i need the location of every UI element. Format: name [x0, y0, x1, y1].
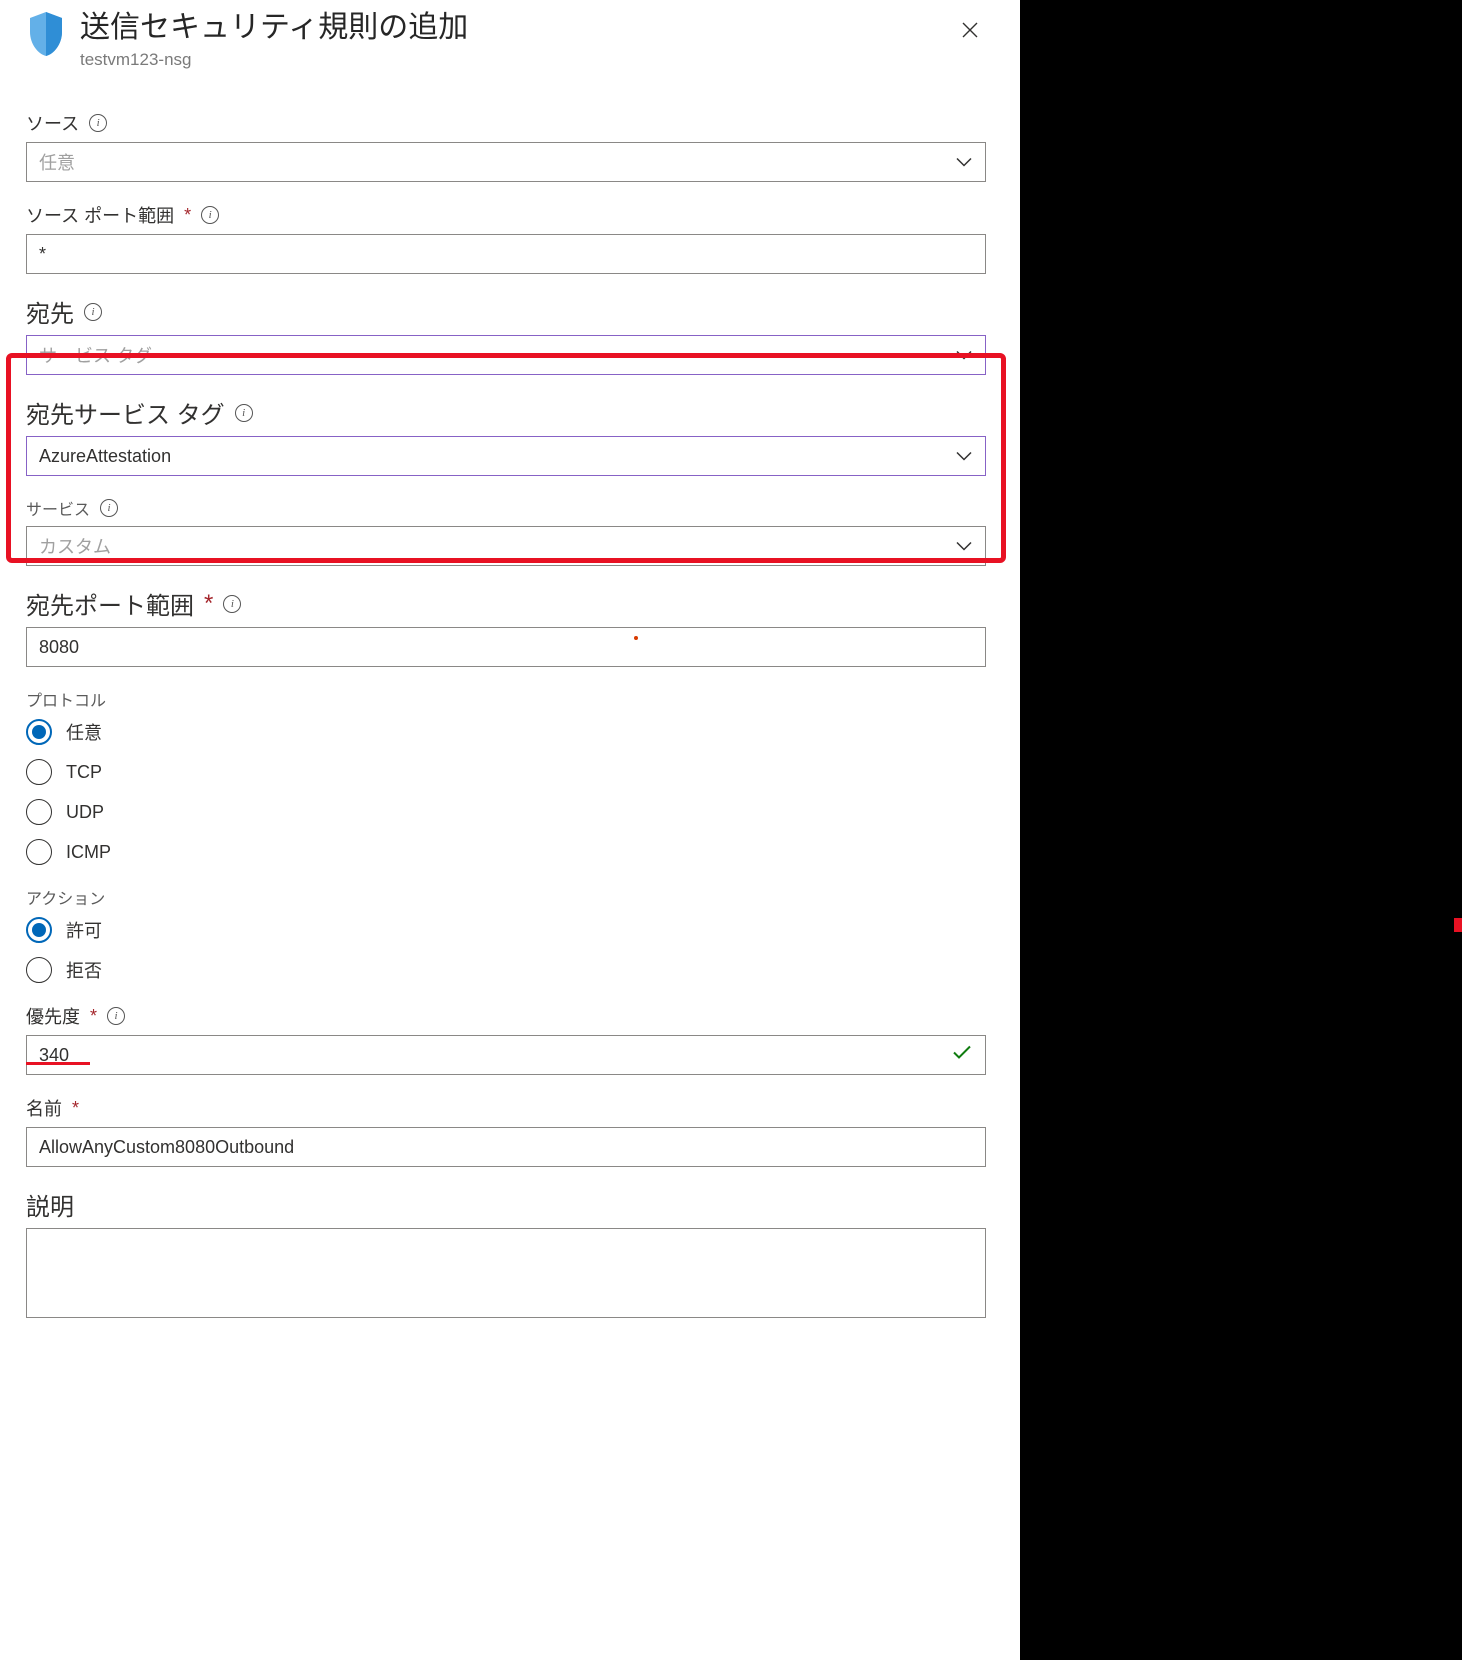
radio-indicator: [26, 719, 52, 745]
checkmark-icon: [951, 1044, 973, 1067]
shield-icon: [26, 10, 66, 58]
label-description: 説明: [26, 1187, 994, 1222]
label-source-port-range: ソース ポート範囲 * i: [26, 202, 994, 228]
select-value: カスタム: [39, 533, 111, 559]
field-source: ソース i 任意: [26, 110, 994, 182]
select-value: サービス タグ: [39, 342, 152, 368]
chevron-down-icon: [955, 345, 973, 366]
label-text: ソース: [26, 110, 79, 136]
radio-indicator: [26, 799, 52, 825]
field-name: 名前 *: [26, 1095, 994, 1167]
add-outbound-rule-panel: 送信セキュリティ規則の追加 testvm123-nsg ソース i 任意 ソース…: [0, 0, 1020, 1660]
label-protocol: プロトコル: [26, 687, 994, 711]
required-indicator: *: [72, 1098, 79, 1119]
chevron-down-icon: [955, 446, 973, 467]
label-dest-port-range: 宛先ポート範囲 * i: [26, 586, 994, 621]
chevron-down-icon: [955, 152, 973, 173]
label-action: アクション: [26, 885, 994, 909]
radio-label: 拒否: [66, 957, 102, 983]
radio-indicator: [26, 957, 52, 983]
radio-indicator: [26, 839, 52, 865]
panel-subtitle: testvm123-nsg: [80, 50, 468, 70]
label-text: ソース ポート範囲: [26, 202, 174, 228]
select-source[interactable]: 任意: [26, 142, 986, 182]
textarea-description[interactable]: [26, 1228, 986, 1318]
select-dest-service-tag[interactable]: AzureAttestation: [26, 436, 986, 476]
label-dest-service-tag: 宛先サービス タグ i: [26, 395, 994, 430]
radio-label: UDP: [66, 802, 104, 823]
annotation-red-dot: [634, 636, 638, 640]
input-field[interactable]: [39, 235, 949, 273]
panel-title: 送信セキュリティ規則の追加: [80, 10, 468, 46]
close-icon: [960, 20, 980, 40]
input-dest-port-range[interactable]: [26, 627, 986, 667]
input-field[interactable]: [39, 628, 949, 666]
radio-action-deny[interactable]: 拒否: [26, 957, 994, 983]
required-indicator: *: [184, 205, 191, 226]
label-destination: 宛先 i: [26, 294, 994, 329]
field-source-port-range: ソース ポート範囲 * i: [26, 202, 994, 274]
radio-group-protocol: 任意 TCP UDP ICMP: [26, 719, 994, 865]
label-text: 名前: [26, 1095, 62, 1121]
info-icon[interactable]: i: [223, 595, 241, 613]
info-icon[interactable]: i: [201, 206, 219, 224]
required-indicator: *: [90, 1006, 97, 1027]
input-name[interactable]: [26, 1127, 986, 1167]
info-icon[interactable]: i: [84, 303, 102, 321]
label-text: 優先度: [26, 1003, 80, 1029]
radio-protocol-icmp[interactable]: ICMP: [26, 839, 994, 865]
select-value: 任意: [39, 149, 75, 175]
select-destination[interactable]: サービス タグ: [26, 335, 986, 375]
chevron-down-icon: [955, 536, 973, 557]
label-text: 宛先ポート範囲: [26, 586, 194, 621]
field-protocol: プロトコル 任意 TCP UDP ICMP: [26, 687, 994, 865]
select-service[interactable]: カスタム: [26, 526, 986, 566]
info-icon[interactable]: i: [107, 1007, 125, 1025]
radio-label: TCP: [66, 762, 102, 783]
label-text: サービス: [26, 496, 90, 520]
label-text: 宛先: [26, 294, 74, 329]
select-value: AzureAttestation: [39, 446, 171, 467]
label-priority: 優先度 * i: [26, 1003, 994, 1029]
textarea-field[interactable]: [39, 1237, 973, 1309]
radio-protocol-any[interactable]: 任意: [26, 719, 994, 745]
radio-label: 任意: [66, 719, 102, 745]
label-name: 名前 *: [26, 1095, 994, 1121]
radio-protocol-udp[interactable]: UDP: [26, 799, 994, 825]
field-dest-port-range: 宛先ポート範囲 * i: [26, 586, 994, 667]
info-icon[interactable]: i: [100, 499, 118, 517]
field-action: アクション 許可 拒否: [26, 885, 994, 983]
label-source: ソース i: [26, 110, 994, 136]
input-field[interactable]: [39, 1128, 949, 1166]
label-service: サービス i: [26, 496, 994, 520]
info-icon[interactable]: i: [89, 114, 107, 132]
field-destination: 宛先 i サービス タグ: [26, 294, 994, 375]
field-service: サービス i カスタム: [26, 496, 994, 566]
input-priority[interactable]: [26, 1035, 986, 1075]
radio-group-action: 許可 拒否: [26, 917, 994, 983]
radio-label: ICMP: [66, 842, 111, 863]
panel-header: 送信セキュリティ規則の追加 testvm123-nsg: [26, 10, 994, 70]
required-indicator: *: [204, 590, 213, 618]
info-icon[interactable]: i: [235, 404, 253, 422]
radio-label: 許可: [66, 917, 102, 943]
annotation-side-mark: [1454, 918, 1462, 932]
label-text: 宛先サービス タグ: [26, 395, 225, 430]
field-description: 説明: [26, 1187, 994, 1318]
annotation-underline: [26, 1062, 90, 1065]
radio-action-allow[interactable]: 許可: [26, 917, 994, 943]
field-dest-service-tag: 宛先サービス タグ i AzureAttestation: [26, 395, 994, 476]
radio-indicator: [26, 917, 52, 943]
close-button[interactable]: [956, 16, 984, 44]
radio-indicator: [26, 759, 52, 785]
input-field[interactable]: [39, 1036, 949, 1074]
input-source-port-range[interactable]: [26, 234, 986, 274]
radio-protocol-tcp[interactable]: TCP: [26, 759, 994, 785]
field-priority: 優先度 * i: [26, 1003, 994, 1075]
